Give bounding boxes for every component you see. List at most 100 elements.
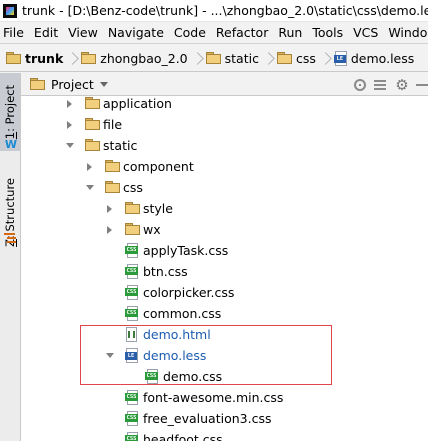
tree-row-label: font-awesome.min.css — [143, 390, 284, 405]
menu-bar: File Edit View Navigate Code Refactor Ru… — [0, 22, 428, 44]
html-file-icon — [125, 327, 138, 342]
chevron-right-icon — [192, 45, 202, 72]
folder-icon — [205, 52, 221, 64]
menu-window[interactable]: Windo — [383, 25, 428, 40]
chevron-down-icon[interactable] — [66, 143, 74, 148]
structure-icon — [4, 233, 17, 244]
css-file-icon — [145, 369, 158, 384]
breadcrumb-label: css — [295, 50, 316, 66]
css-file-icon — [125, 264, 138, 279]
chevron-right-icon[interactable] — [107, 205, 112, 213]
tool-window-strip: 1: Project W Z: Structure — [0, 73, 21, 441]
tree-row-btn-css[interactable]: btn.css — [21, 261, 428, 282]
chevron-right-icon — [263, 45, 273, 72]
tree-row-file[interactable]: file — [21, 114, 428, 135]
breadcrumb-item-static[interactable]: static — [205, 45, 259, 72]
hide-panel-icon[interactable] — [416, 77, 428, 93]
scroll-from-source-icon[interactable] — [354, 79, 366, 91]
breadcrumb-label: zhongbao_2.0 — [100, 50, 188, 66]
chevron-right-icon — [320, 45, 330, 72]
chevron-right-icon[interactable] — [67, 121, 72, 129]
menu-edit[interactable]: Edit — [29, 25, 63, 40]
chevron-right-icon — [67, 45, 77, 72]
tree-row-label: demo.less — [143, 348, 207, 363]
tree-row-label: colorpicker.css — [143, 285, 235, 300]
gear-icon[interactable]: ⚙ — [394, 77, 410, 93]
tree-row-label: common.css — [143, 306, 222, 321]
menu-navigate[interactable]: Navigate — [103, 25, 169, 40]
web-icon[interactable]: W — [4, 139, 18, 150]
window-title: trunk - [D:\Benz-code\trunk] - ...\zhong… — [22, 3, 428, 18]
breadcrumb: trunk zhongbao_2.0 static css demo.less — [0, 45, 428, 72]
menu-code[interactable]: Code — [169, 25, 211, 40]
folder-icon — [6, 52, 21, 64]
project-view-dropdown[interactable]: Project — [30, 77, 108, 92]
less-file-icon — [333, 50, 347, 66]
tree-row-label: demo.html — [143, 327, 211, 342]
tree-row-label: wx — [143, 222, 161, 237]
breadcrumb-label: trunk — [25, 50, 64, 66]
css-file-icon — [125, 432, 138, 441]
tree-row-label: css — [123, 180, 143, 195]
folder-icon — [85, 97, 100, 109]
css-file-icon — [125, 243, 138, 258]
collapse-all-icon[interactable] — [372, 77, 388, 93]
tree-row-label: headfoot.css — [143, 432, 223, 441]
folder-icon — [276, 52, 292, 64]
tree-row-label: btn.css — [143, 264, 188, 279]
project-folder-icon — [30, 78, 45, 90]
tree-row-free-evaluation3-css[interactable]: free_evaluation3.css — [21, 408, 428, 429]
tree-row-applytask-css[interactable]: applyTask.css — [21, 240, 428, 261]
tree-row-label: application — [103, 96, 172, 111]
breadcrumb-item-demo-less[interactable]: demo.less — [333, 45, 415, 72]
folder-icon — [85, 139, 100, 151]
breadcrumb-item-trunk[interactable]: trunk — [6, 45, 63, 72]
folder-icon — [105, 160, 120, 172]
chevron-right-icon[interactable] — [107, 226, 112, 234]
tree-row-demo-css[interactable]: demo.css — [21, 366, 428, 387]
tree-row-style[interactable]: style — [21, 198, 428, 219]
tree-row-application[interactable]: application — [21, 96, 428, 114]
breadcrumb-item-zhongbao[interactable]: zhongbao_2.0 — [81, 45, 188, 72]
menu-run[interactable]: Run — [273, 25, 307, 40]
menu-tools[interactable]: Tools — [307, 25, 348, 40]
less-file-icon — [125, 348, 138, 363]
chevron-right-icon[interactable] — [87, 163, 92, 171]
menu-file[interactable]: File — [0, 25, 29, 40]
css-file-icon — [125, 411, 138, 426]
chevron-down-icon[interactable] — [86, 185, 94, 190]
chevron-down-icon — [99, 81, 108, 87]
title-bar: trunk - [D:\Benz-code\trunk] - ...\zhong… — [0, 0, 428, 22]
breadcrumb-item-css[interactable]: css — [276, 45, 316, 72]
breadcrumb-label: demo.less — [350, 50, 415, 66]
tree-row-css[interactable]: css — [21, 177, 428, 198]
menu-refactor[interactable]: Refactor — [211, 25, 273, 40]
tree-row-component[interactable]: component — [21, 156, 428, 177]
chevron-down-icon[interactable] — [106, 353, 114, 358]
tree-row-label: static — [103, 138, 138, 153]
menu-view[interactable]: View — [63, 25, 103, 40]
tree-row-label: file — [103, 117, 123, 132]
tree-row-label: free_evaluation3.css — [143, 411, 272, 426]
tree-row-static[interactable]: static — [21, 135, 428, 156]
project-tree: application file static component css st… — [21, 96, 428, 441]
tree-row-colorpicker-css[interactable]: colorpicker.css — [21, 282, 428, 303]
tree-row-wx[interactable]: wx — [21, 219, 428, 240]
folder-icon — [105, 181, 120, 193]
chevron-right-icon[interactable] — [67, 100, 72, 108]
tree-row-demo-less[interactable]: demo.less — [21, 345, 428, 366]
menu-vcs[interactable]: VCS — [348, 25, 383, 40]
tree-row-demo-html[interactable]: demo.html — [21, 324, 428, 345]
tree-row-common-css[interactable]: common.css — [21, 303, 428, 324]
folder-icon — [125, 202, 140, 214]
tree-row-label: component — [123, 159, 194, 174]
tree-row-label: applyTask.css — [143, 243, 229, 258]
breadcrumb-label: static — [224, 50, 259, 66]
intellij-app-icon — [3, 3, 17, 18]
tree-row-font-awesome-css[interactable]: font-awesome.min.css — [21, 387, 428, 408]
tree-row-headfoot-css[interactable]: headfoot.css — [21, 429, 428, 441]
folder-icon — [85, 118, 100, 130]
folder-icon — [125, 223, 140, 235]
tree-row-label: style — [143, 201, 173, 216]
css-file-icon — [125, 306, 138, 321]
